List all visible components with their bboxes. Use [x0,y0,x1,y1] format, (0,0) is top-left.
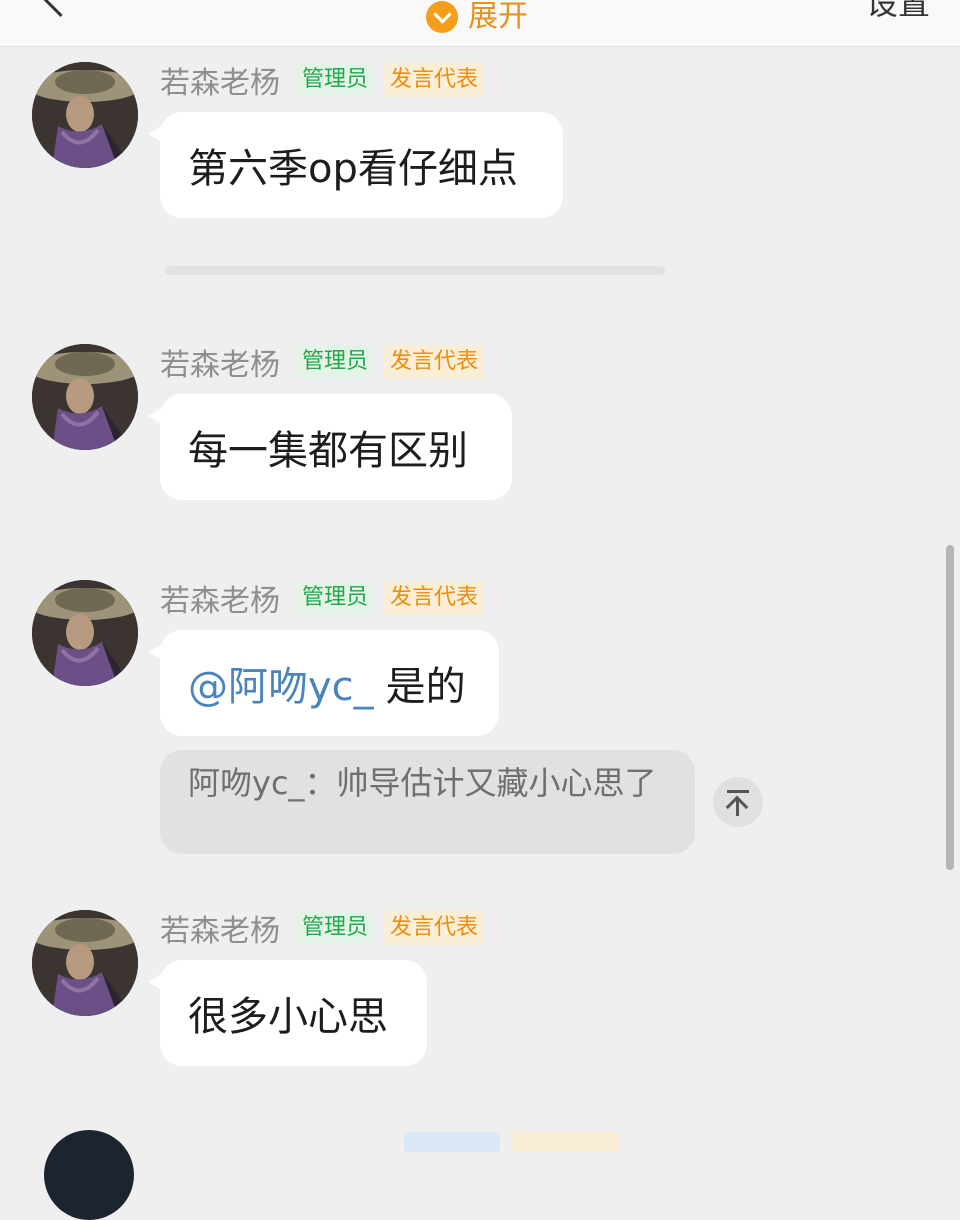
avatar[interactable] [32,910,138,1016]
quote-text: 帅导估计又藏小心思了 [336,764,657,802]
expand-button[interactable]: 展开 [426,0,528,34]
sender-name[interactable]: 若森老杨 [160,340,280,384]
avatar[interactable] [32,344,138,450]
message-text: 很多小心思 [188,994,388,1040]
speaker-rep-badge: 发言代表 [384,63,485,97]
sender-name[interactable]: 若森老杨 [160,58,280,102]
speaker-rep-badge: 发言代表 [384,911,485,945]
message-header: 若森老杨 管理员 发言代表 [160,910,494,949]
admin-badge: 管理员 [296,911,375,945]
settings-button[interactable]: 设置 [866,0,930,24]
admin-badge: 管理员 [296,63,375,97]
expand-label: 展开 [468,0,528,34]
avatar[interactable] [32,580,138,686]
role-badge [512,1132,620,1152]
message-divider [165,266,665,275]
speaker-rep-badge: 发言代表 [384,345,485,379]
back-icon[interactable] [39,0,82,18]
message-header: 若森老杨 管理员 发言代表 [160,580,494,619]
scrollbar[interactable] [946,545,954,870]
message-bubble[interactable]: 很多小心思 [148,960,427,1066]
admin-badge: 管理员 [296,345,375,379]
avatar[interactable] [44,1130,134,1220]
message-bubble[interactable]: @阿吻yc_ 是的 [148,630,499,736]
message-bubble[interactable]: 第六季op看仔细点 [148,112,563,218]
message-text: 每一集都有区别 [188,428,468,474]
message-text: 第六季op看仔细点 [188,146,518,192]
level-badge [404,1132,500,1152]
message-text: 是的 [385,664,466,710]
speaker-rep-badge: 发言代表 [384,581,485,615]
message-header: 若森老杨 管理员 发言代表 [160,62,494,101]
quote-author: 阿吻yc_： [188,764,337,802]
message-bubble[interactable]: 每一集都有区别 [148,394,512,500]
chevron-down-circle-icon [426,1,458,33]
top-bar: 展开 设置 [0,0,960,47]
mention-link[interactable]: @阿吻yc_ [188,654,374,712]
avatar[interactable] [32,62,138,168]
message-header: 若森老杨 管理员 发言代表 [160,344,494,383]
arrow-up-to-top-icon[interactable] [713,777,763,827]
chat-message-partial [0,1128,960,1220]
admin-badge: 管理员 [296,581,375,615]
sender-name[interactable]: 若森老杨 [160,576,280,620]
quoted-reply[interactable]: 阿吻yc_：帅导估计又藏小心思了 [160,750,695,854]
sender-name[interactable]: 若森老杨 [160,906,280,950]
